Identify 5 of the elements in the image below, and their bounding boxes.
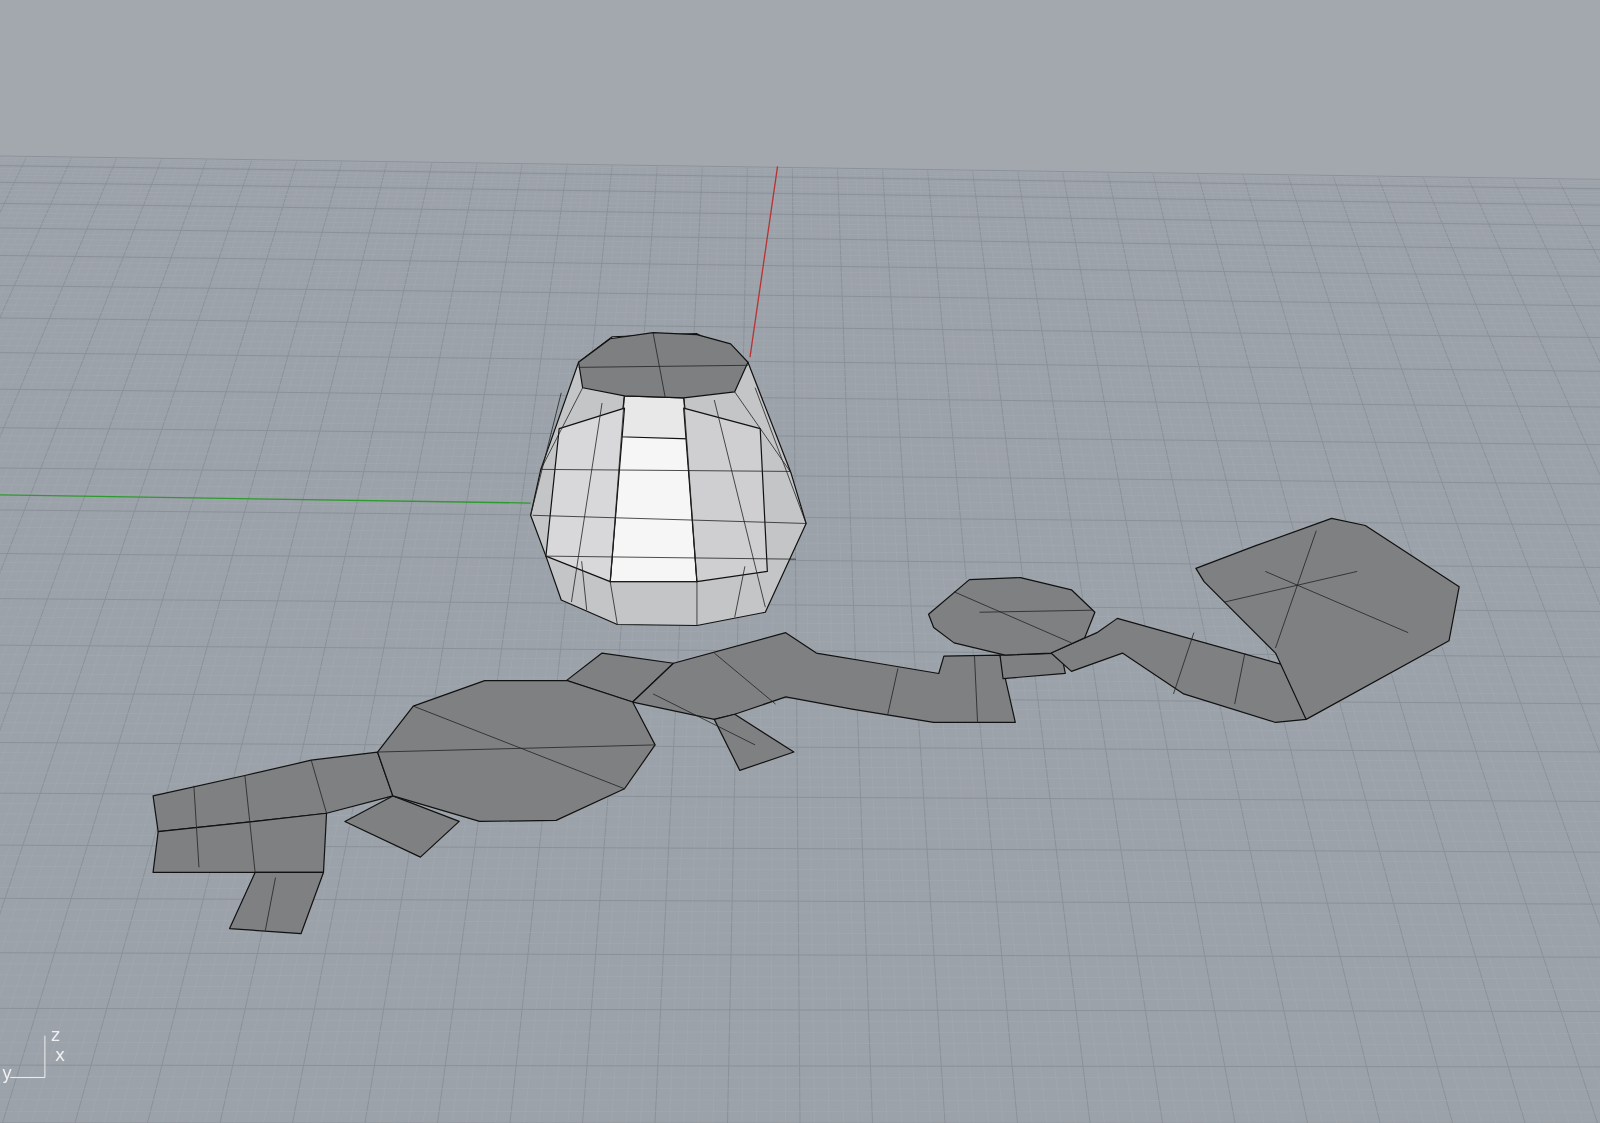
unrolled-mesh-drawing[interactable] <box>152 517 1460 935</box>
axis-label: y <box>2 1065 13 1083</box>
axis-label: x <box>55 1046 66 1064</box>
mesh-object-drawing[interactable] <box>530 332 807 627</box>
axis-label: z <box>51 1026 60 1044</box>
